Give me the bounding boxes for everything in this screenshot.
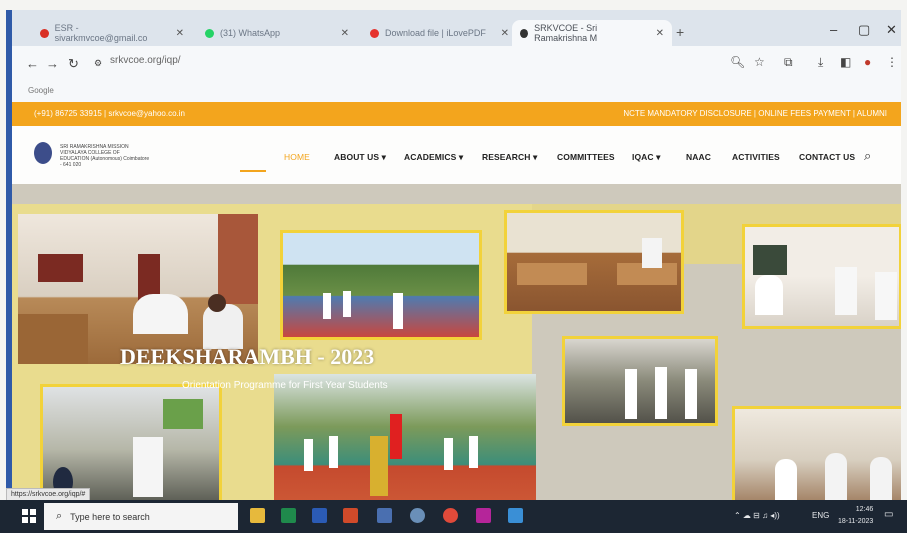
close-window-icon[interactable]: ✕ [886,22,897,38]
tab-gmail[interactable]: ESR - sivarkmvcoe@gmail.co ✕ [32,20,192,46]
top-links[interactable]: NCTE MANDATORY DISCLOSURE | ONLINE FEES … [623,109,887,118]
download-icon[interactable]: ⤓ [818,55,823,70]
whatsapp-icon [205,28,214,38]
word-icon[interactable] [312,508,327,523]
banner-subtitle: Orientation Programme for First Year Stu… [182,380,388,391]
nav-iqac[interactable]: IQAC ▾ [632,152,660,163]
nav-committees[interactable]: COMMITTEES [557,152,615,162]
banner-title: DEEKSHARAMBH - 2023 [120,344,375,369]
bookmarks-bar: Google [12,82,901,103]
site-navbar: SRI RAMAKRISHNA MISSION VIDYALAYA COLLEG… [12,126,901,184]
minimize-icon[interactable]: – [830,22,837,37]
extensions-icon[interactable]: ⧉ [784,55,793,70]
url-field[interactable]: srkvcoe.org/iqp/ [110,55,181,66]
tab-label: SRKVCOE - Sri Ramakrishna M [534,23,598,43]
bookmark-star-icon[interactable]: ☆ [754,55,765,69]
close-icon[interactable]: ✕ [176,28,184,39]
reload-icon[interactable]: ↻ [68,56,79,72]
tab-label: (31) WhatsApp [220,28,281,38]
app-icon[interactable] [410,508,425,523]
windows-start-icon[interactable] [22,509,36,523]
new-tab-button[interactable]: + [676,24,684,40]
taskbar-search[interactable]: ⌕ Type here to search [44,503,238,530]
nav-academics[interactable]: ACADEMICS ▾ [404,152,463,163]
close-icon[interactable]: ✕ [341,28,349,39]
site-icon [520,28,529,38]
file-explorer-icon[interactable] [250,508,265,523]
photo-group [562,336,718,426]
site-top-strip: (+91) 86725 33915 | srkvcoe@yahoo.co.in … [12,102,901,126]
maximize-icon[interactable]: ▢ [858,22,870,38]
banner-collage: DEEKSHARAMBH - 2023 Orientation Programm… [12,184,901,525]
photo-sports-ground [280,230,482,340]
search-placeholder: Type here to search [70,511,150,522]
excel-icon[interactable] [281,508,296,523]
photo-teacher [742,224,901,329]
college-logo[interactable] [34,142,52,164]
notification-icon[interactable]: ▭ [884,509,893,520]
tab-label: Download file | iLovePDF [385,28,486,38]
nav-contact-us[interactable]: CONTACT US [799,152,855,162]
nav-home[interactable]: HOME [284,152,310,162]
taskbar: ⌕ Type here to search ⌃ ☁ ⊟ ♫ ◂)) ENG 12… [0,500,907,533]
forward-icon[interactable]: → [46,56,59,71]
browser-window: ESR - sivarkmvcoe@gmail.co ✕ (31) WhatsA… [6,10,901,525]
tab-bar: ESR - sivarkmvcoe@gmail.co ✕ (31) WhatsA… [12,10,901,46]
clock[interactable]: 12:46 18-11-2023 [838,504,873,528]
app-icon[interactable] [476,508,491,523]
clock-date: 18-11-2023 [838,518,874,525]
language-indicator[interactable]: ENG [812,511,829,520]
sidepanel-icon[interactable]: ◧ [840,55,851,69]
search-icon: ⌕ [56,510,63,522]
chrome-icon[interactable] [443,508,458,523]
college-name: SRI RAMAKRISHNA MISSION VIDYALAYA COLLEG… [60,144,150,168]
search-icon[interactable]: ⌕ [864,148,871,164]
close-icon[interactable]: ✕ [501,28,509,39]
nav-about-us[interactable]: ABOUT US ▾ [334,152,386,163]
tab-label: ESR - sivarkmvcoe@gmail.co [54,23,148,43]
tab-srkvcoe[interactable]: SRKVCOE - Sri Ramakrishna M ✕ [512,20,672,46]
address-bar: ← → ↻ ⚙ srkvcoe.org/iqp/ 🔍︎ ☆ ⧉ ⤓ ◧ ● ⋮ [12,46,901,82]
contact-info: (+91) 86725 33915 | srkvcoe@yahoo.co.in [34,109,185,118]
app-icon[interactable] [508,508,523,523]
photo-classroom [18,214,258,364]
photo-hall [504,210,684,314]
active-indicator [240,170,266,172]
more-menu-icon[interactable]: ⋮ [886,55,898,69]
tray-icons[interactable]: ⌃ ☁ ⊟ ♫ ◂)) [734,511,780,520]
site-info-icon[interactable]: ⚙ [94,58,102,69]
nav-research[interactable]: RESEARCH ▾ [482,152,537,163]
tab-whatsapp[interactable]: (31) WhatsApp ✕ [197,20,357,46]
zoom-icon[interactable]: 🔍︎ [730,55,745,69]
nav-naac[interactable]: NAAC [686,152,711,162]
close-icon[interactable]: ✕ [656,28,664,39]
tab-ilovepdf[interactable]: Download file | iLovePDF ✕ [362,20,517,46]
back-icon[interactable]: ← [26,56,39,71]
profile-icon[interactable]: ● [864,55,871,69]
ilovepdf-icon [370,28,379,38]
gmail-icon [40,28,49,38]
powerpoint-icon[interactable] [343,508,358,523]
nav-activities[interactable]: ACTIVITIES [732,152,780,162]
app-icon[interactable] [377,508,392,523]
bookmark-google[interactable]: Google [28,86,54,95]
clock-time: 12:46 [855,506,874,513]
